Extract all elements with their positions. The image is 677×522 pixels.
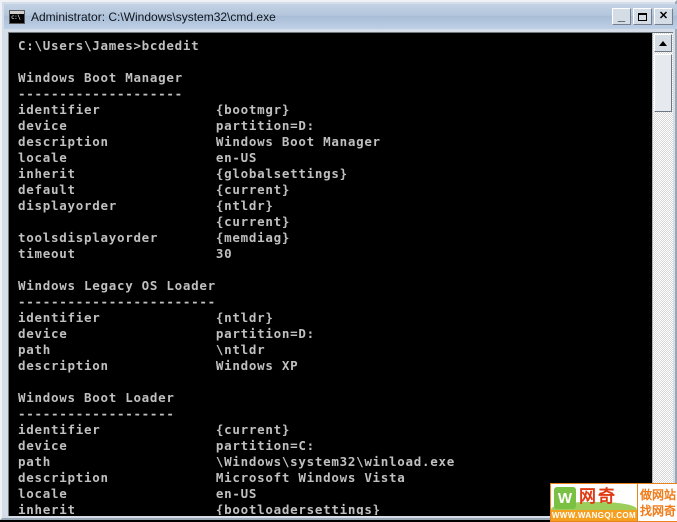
close-icon: ✕ (658, 10, 669, 22)
console-output-pane[interactable]: C:\Users\James>bcdedit Windows Boot Mana… (9, 33, 652, 515)
minimize-icon: _ (617, 8, 626, 23)
watermark-brand-name: 网奇 (579, 487, 617, 507)
maximize-button[interactable] (633, 8, 652, 25)
watermark-w-logo-icon: W (554, 487, 576, 509)
scrollbar-thumb[interactable] (654, 54, 672, 112)
title-bar[interactable]: c:\ Administrator: C:\Windows\system32\c… (4, 4, 677, 29)
watermark-brand: W 网奇 WWW.WANGQI.COM (551, 484, 637, 521)
vertical-scrollbar[interactable] (652, 33, 673, 515)
scroll-up-button[interactable] (654, 34, 672, 52)
icon-prompt-glyph: c:\ (11, 13, 21, 21)
console-output-text: C:\Users\James>bcdedit Windows Boot Mana… (18, 38, 456, 515)
cmd-console-icon: c:\ (9, 9, 25, 24)
watermark-url: WWW.WANGQI.COM (551, 510, 637, 521)
watermark-tagline: 做网站 找网奇 (637, 484, 677, 521)
minimize-button[interactable]: _ (612, 8, 631, 25)
window-controls: _ ✕ (612, 8, 673, 25)
window-title: Administrator: C:\Windows\system32\cmd.e… (31, 9, 276, 24)
cmd-window: c:\ Administrator: C:\Windows\system32\c… (0, 0, 677, 522)
watermark-tagline-line2: 找网奇 (639, 503, 676, 518)
close-button[interactable]: ✕ (654, 8, 673, 25)
watermark-tagline-line1: 做网站 (639, 487, 676, 502)
console-client-area: C:\Users\James>bcdedit Windows Boot Mana… (8, 32, 673, 516)
maximize-icon (634, 9, 651, 24)
watermark-logo: W 网奇 WWW.WANGQI.COM 做网站 找网奇 (550, 483, 677, 522)
scroll-up-arrow-icon (659, 40, 667, 46)
